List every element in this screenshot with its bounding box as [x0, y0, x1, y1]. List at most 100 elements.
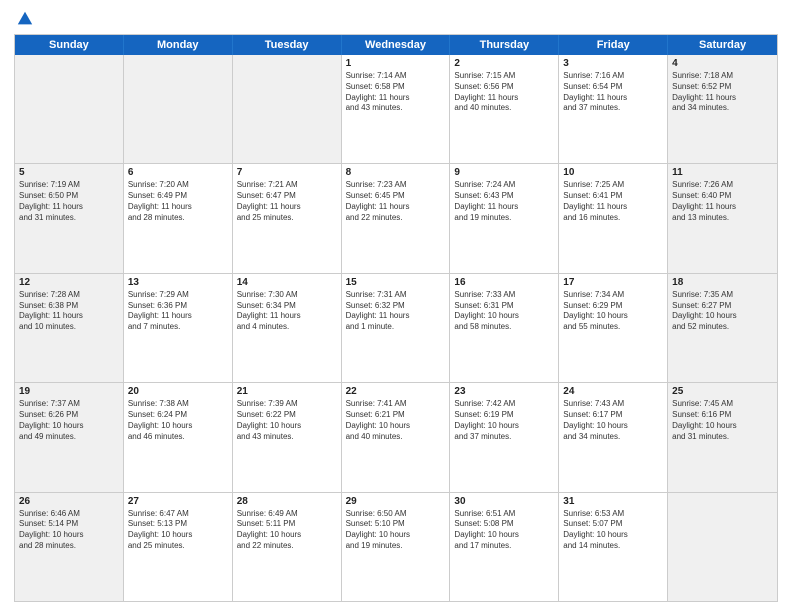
day-number: 28: [237, 496, 337, 507]
calendar-cell: [124, 55, 233, 163]
day-info: Sunrise: 7:29 AM Sunset: 6:36 PM Dayligh…: [128, 290, 228, 333]
calendar-row: 1 Sunrise: 7:14 AM Sunset: 6:58 PM Daylig…: [15, 55, 777, 163]
day-number: 15: [346, 277, 446, 288]
day-info: Sunrise: 7:14 AM Sunset: 6:58 PM Dayligh…: [346, 71, 446, 114]
calendar-body: 1 Sunrise: 7:14 AM Sunset: 6:58 PM Daylig…: [15, 55, 777, 601]
weekday-header: Tuesday: [233, 35, 342, 55]
calendar-cell: 9 Sunrise: 7:24 AM Sunset: 6:43 PM Daylig…: [450, 164, 559, 272]
day-number: 9: [454, 167, 554, 178]
calendar-cell: [233, 55, 342, 163]
day-info: Sunrise: 7:20 AM Sunset: 6:49 PM Dayligh…: [128, 180, 228, 223]
calendar-cell: 28 Sunrise: 6:49 AM Sunset: 5:11 PM Dayli…: [233, 493, 342, 601]
calendar-cell: 18 Sunrise: 7:35 AM Sunset: 6:27 PM Dayli…: [668, 274, 777, 382]
calendar-cell: 13 Sunrise: 7:29 AM Sunset: 6:36 PM Dayli…: [124, 274, 233, 382]
day-number: 14: [237, 277, 337, 288]
day-number: 25: [672, 386, 773, 397]
day-info: Sunrise: 7:42 AM Sunset: 6:19 PM Dayligh…: [454, 399, 554, 442]
day-info: Sunrise: 6:47 AM Sunset: 5:13 PM Dayligh…: [128, 509, 228, 552]
page: SundayMondayTuesdayWednesdayThursdayFrid…: [0, 0, 792, 612]
day-info: Sunrise: 6:50 AM Sunset: 5:10 PM Dayligh…: [346, 509, 446, 552]
day-number: 27: [128, 496, 228, 507]
day-info: Sunrise: 7:35 AM Sunset: 6:27 PM Dayligh…: [672, 290, 773, 333]
day-info: Sunrise: 6:53 AM Sunset: 5:07 PM Dayligh…: [563, 509, 663, 552]
day-info: Sunrise: 7:19 AM Sunset: 6:50 PM Dayligh…: [19, 180, 119, 223]
day-number: 4: [672, 58, 773, 69]
day-info: Sunrise: 7:15 AM Sunset: 6:56 PM Dayligh…: [454, 71, 554, 114]
day-info: Sunrise: 7:38 AM Sunset: 6:24 PM Dayligh…: [128, 399, 228, 442]
day-info: Sunrise: 7:25 AM Sunset: 6:41 PM Dayligh…: [563, 180, 663, 223]
weekday-header: Monday: [124, 35, 233, 55]
day-number: 13: [128, 277, 228, 288]
calendar-cell: 11 Sunrise: 7:26 AM Sunset: 6:40 PM Dayli…: [668, 164, 777, 272]
day-number: 30: [454, 496, 554, 507]
day-info: Sunrise: 7:28 AM Sunset: 6:38 PM Dayligh…: [19, 290, 119, 333]
day-info: Sunrise: 7:34 AM Sunset: 6:29 PM Dayligh…: [563, 290, 663, 333]
weekday-header: Saturday: [668, 35, 777, 55]
day-info: Sunrise: 7:30 AM Sunset: 6:34 PM Dayligh…: [237, 290, 337, 333]
calendar-cell: 6 Sunrise: 7:20 AM Sunset: 6:49 PM Daylig…: [124, 164, 233, 272]
calendar-cell: 7Sunrise: 7:21 AM Sunset: 6:47 PM Daylig…: [233, 164, 342, 272]
day-info: Sunrise: 6:49 AM Sunset: 5:11 PM Dayligh…: [237, 509, 337, 552]
calendar-cell: 3 Sunrise: 7:16 AM Sunset: 6:54 PM Daylig…: [559, 55, 668, 163]
day-number: 21: [237, 386, 337, 397]
day-number: 26: [19, 496, 119, 507]
day-number: 11: [672, 167, 773, 178]
day-number: 18: [672, 277, 773, 288]
day-info: Sunrise: 7:43 AM Sunset: 6:17 PM Dayligh…: [563, 399, 663, 442]
day-number: 19: [19, 386, 119, 397]
weekday-header: Friday: [559, 35, 668, 55]
calendar-cell: 8 Sunrise: 7:23 AM Sunset: 6:45 PM Daylig…: [342, 164, 451, 272]
calendar-cell: 31Sunrise: 6:53 AM Sunset: 5:07 PM Dayli…: [559, 493, 668, 601]
calendar-cell: 10 Sunrise: 7:25 AM Sunset: 6:41 PM Dayli…: [559, 164, 668, 272]
weekday-header: Sunday: [15, 35, 124, 55]
day-info: Sunrise: 7:45 AM Sunset: 6:16 PM Dayligh…: [672, 399, 773, 442]
calendar-cell: 21Sunrise: 7:39 AM Sunset: 6:22 PM Dayli…: [233, 383, 342, 491]
calendar-cell: 25 Sunrise: 7:45 AM Sunset: 6:16 PM Dayli…: [668, 383, 777, 491]
calendar-cell: 23Sunrise: 7:42 AM Sunset: 6:19 PM Dayli…: [450, 383, 559, 491]
calendar-row: 26 Sunrise: 6:46 AM Sunset: 5:14 PM Dayli…: [15, 492, 777, 601]
day-number: 5: [19, 167, 119, 178]
logo-icon: [16, 10, 34, 28]
day-number: 29: [346, 496, 446, 507]
calendar-header: SundayMondayTuesdayWednesdayThursdayFrid…: [15, 35, 777, 55]
day-number: 6: [128, 167, 228, 178]
day-info: Sunrise: 7:33 AM Sunset: 6:31 PM Dayligh…: [454, 290, 554, 333]
logo: [14, 10, 34, 28]
day-number: 20: [128, 386, 228, 397]
calendar-cell: 30Sunrise: 6:51 AM Sunset: 5:08 PM Dayli…: [450, 493, 559, 601]
day-info: Sunrise: 7:24 AM Sunset: 6:43 PM Dayligh…: [454, 180, 554, 223]
calendar-cell: 19Sunrise: 7:37 AM Sunset: 6:26 PM Dayli…: [15, 383, 124, 491]
calendar-cell: 27 Sunrise: 6:47 AM Sunset: 5:13 PM Dayli…: [124, 493, 233, 601]
calendar-cell: 17 Sunrise: 7:34 AM Sunset: 6:29 PM Dayli…: [559, 274, 668, 382]
calendar-row: 19Sunrise: 7:37 AM Sunset: 6:26 PM Dayli…: [15, 382, 777, 491]
calendar-cell: 12 Sunrise: 7:28 AM Sunset: 6:38 PM Dayli…: [15, 274, 124, 382]
calendar-cell: [668, 493, 777, 601]
weekday-header: Wednesday: [342, 35, 451, 55]
day-info: Sunrise: 7:23 AM Sunset: 6:45 PM Dayligh…: [346, 180, 446, 223]
day-number: 2: [454, 58, 554, 69]
calendar-cell: 1 Sunrise: 7:14 AM Sunset: 6:58 PM Daylig…: [342, 55, 451, 163]
calendar-cell: 4 Sunrise: 7:18 AM Sunset: 6:52 PM Daylig…: [668, 55, 777, 163]
day-number: 24: [563, 386, 663, 397]
day-info: Sunrise: 7:26 AM Sunset: 6:40 PM Dayligh…: [672, 180, 773, 223]
day-number: 1: [346, 58, 446, 69]
calendar-row: 12 Sunrise: 7:28 AM Sunset: 6:38 PM Dayli…: [15, 273, 777, 382]
calendar-cell: 29 Sunrise: 6:50 AM Sunset: 5:10 PM Dayli…: [342, 493, 451, 601]
day-info: Sunrise: 7:21 AM Sunset: 6:47 PM Dayligh…: [237, 180, 337, 223]
day-number: 22: [346, 386, 446, 397]
day-info: Sunrise: 7:41 AM Sunset: 6:21 PM Dayligh…: [346, 399, 446, 442]
day-number: 8: [346, 167, 446, 178]
day-info: Sunrise: 7:16 AM Sunset: 6:54 PM Dayligh…: [563, 71, 663, 114]
calendar-cell: 20 Sunrise: 7:38 AM Sunset: 6:24 PM Dayli…: [124, 383, 233, 491]
calendar-cell: 5 Sunrise: 7:19 AM Sunset: 6:50 PM Daylig…: [15, 164, 124, 272]
weekday-header: Thursday: [450, 35, 559, 55]
header: [14, 10, 778, 28]
day-info: Sunrise: 7:31 AM Sunset: 6:32 PM Dayligh…: [346, 290, 446, 333]
day-number: 10: [563, 167, 663, 178]
day-number: 17: [563, 277, 663, 288]
day-info: Sunrise: 6:46 AM Sunset: 5:14 PM Dayligh…: [19, 509, 119, 552]
day-number: 12: [19, 277, 119, 288]
day-number: 3: [563, 58, 663, 69]
day-info: Sunrise: 7:18 AM Sunset: 6:52 PM Dayligh…: [672, 71, 773, 114]
calendar-cell: 2 Sunrise: 7:15 AM Sunset: 6:56 PM Daylig…: [450, 55, 559, 163]
